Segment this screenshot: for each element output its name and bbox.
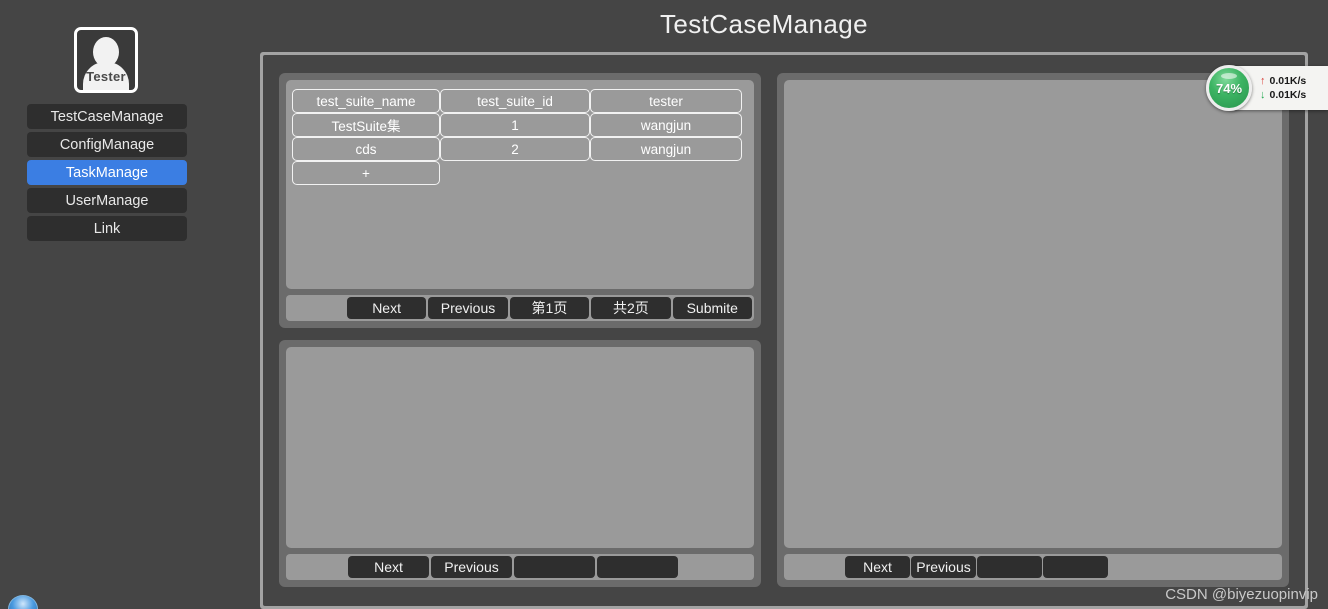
sidebar-item-label: UserManage	[65, 192, 149, 209]
upload-rate-row: ↑ 0.01K/s	[1260, 75, 1306, 87]
sidebar-item-testcasemanage[interactable]: TestCaseManage	[27, 104, 187, 129]
previous-button[interactable]: Previous	[428, 297, 508, 319]
total-pages-label[interactable]	[597, 556, 678, 578]
taskbar-orb-icon[interactable]	[8, 595, 38, 609]
table-cell[interactable]: cds	[292, 137, 440, 161]
watermark: CSDN @biyezuopinvip	[1165, 586, 1318, 603]
test-suite-table: test_suite_name test_suite_id tester Tes…	[292, 89, 742, 185]
column-header[interactable]: test_suite_name	[292, 89, 440, 113]
previous-button[interactable]: Previous	[911, 556, 976, 578]
sidebar-item-taskmanage[interactable]: TaskManage	[27, 160, 187, 185]
next-button[interactable]: Next	[845, 556, 910, 578]
total-pages-label[interactable]	[1043, 556, 1108, 578]
table-cell[interactable]: wangjun	[590, 113, 742, 137]
page-input[interactable]	[288, 297, 345, 319]
add-row-button[interactable]: +	[292, 161, 440, 185]
gauge-gloss-icon	[1221, 73, 1237, 79]
titlebar: TestCaseManage	[200, 0, 1328, 48]
sidebar-item-link[interactable]: Link	[27, 216, 187, 241]
test-suite-table-area: test_suite_name test_suite_id tester Tes…	[286, 80, 754, 289]
column-header[interactable]: test_suite_id	[440, 89, 590, 113]
total-pages-label[interactable]: 共2页	[591, 297, 671, 319]
cpu-gauge[interactable]: 74%	[1206, 65, 1252, 111]
main-area: TestCaseManage test_suite_name test_suit…	[200, 0, 1328, 609]
submit-button[interactable]: Submite	[672, 297, 752, 319]
sidebar-item-label: TaskManage	[65, 164, 149, 181]
table-row[interactable]: TestSuite集 1 wangjun	[292, 113, 742, 137]
download-rate-label: 0.01K/s	[1269, 89, 1307, 101]
task-detail-panel: Next Previous	[777, 73, 1289, 587]
previous-button[interactable]: Previous	[431, 556, 512, 578]
table-cell[interactable]: 1	[440, 113, 590, 137]
network-monitor-widget[interactable]: 74% ↑ 0.01K/s ↓ 0.01K/s	[1206, 65, 1328, 111]
sidebar-item-configmanage[interactable]: ConfigManage	[27, 132, 187, 157]
page-input[interactable]	[786, 556, 844, 578]
table-cell-empty	[590, 161, 742, 185]
table-row[interactable]: cds 2 wangjun	[292, 137, 742, 161]
sidebar-item-label: Link	[93, 220, 121, 237]
pager-right: Next Previous	[784, 554, 1282, 580]
pager-top-left: Next Previous 第1页 共2页 Submite	[286, 295, 754, 321]
table-cell[interactable]: wangjun	[590, 137, 742, 161]
table-header-row: test_suite_name test_suite_id tester	[292, 89, 742, 113]
table-cell-empty	[440, 161, 590, 185]
next-button[interactable]: Next	[348, 556, 429, 578]
avatar-label: Tester	[86, 69, 126, 84]
table-cell[interactable]: TestSuite集	[292, 113, 440, 137]
right-column: Next Previous	[777, 73, 1289, 606]
sidebar-item-usermanage[interactable]: UserManage	[27, 188, 187, 213]
next-button[interactable]: Next	[346, 297, 427, 319]
sidebar: Tester TestCaseManage ConfigManage TaskM…	[0, 0, 210, 609]
avatar[interactable]: Tester	[74, 27, 138, 93]
test-case-table-area	[286, 347, 754, 548]
cpu-percent-label: 74%	[1215, 80, 1243, 96]
upload-rate-label: 0.01K/s	[1269, 75, 1307, 87]
task-detail-area	[784, 80, 1282, 548]
column-header[interactable]: tester	[590, 89, 742, 113]
content-inner: test_suite_name test_suite_id tester Tes…	[263, 55, 1305, 606]
app-window: Tester TestCaseManage ConfigManage TaskM…	[0, 0, 1328, 609]
test-case-panel: Next Previous	[279, 340, 761, 587]
arrow-up-icon: ↑	[1260, 74, 1266, 87]
network-rates: ↑ 0.01K/s ↓ 0.01K/s	[1260, 75, 1306, 101]
table-cell[interactable]: 2	[440, 137, 590, 161]
current-page-label[interactable]	[977, 556, 1042, 578]
content-frame: test_suite_name test_suite_id tester Tes…	[260, 52, 1308, 609]
page-input[interactable]	[288, 556, 346, 578]
sidebar-nav: TestCaseManage ConfigManage TaskManage U…	[27, 104, 187, 244]
download-rate-row: ↓ 0.01K/s	[1260, 89, 1306, 101]
sidebar-item-label: TestCaseManage	[50, 108, 164, 125]
pager-bottom-left: Next Previous	[286, 554, 754, 580]
sidebar-item-label: ConfigManage	[59, 136, 155, 153]
current-page-label[interactable]: 第1页	[509, 297, 590, 319]
table-add-row[interactable]: +	[292, 161, 742, 185]
left-column: test_suite_name test_suite_id tester Tes…	[279, 73, 761, 606]
test-suite-panel: test_suite_name test_suite_id tester Tes…	[279, 73, 761, 328]
current-page-label[interactable]	[514, 556, 595, 578]
arrow-down-icon: ↓	[1260, 88, 1266, 101]
page-title: TestCaseManage	[660, 8, 868, 39]
